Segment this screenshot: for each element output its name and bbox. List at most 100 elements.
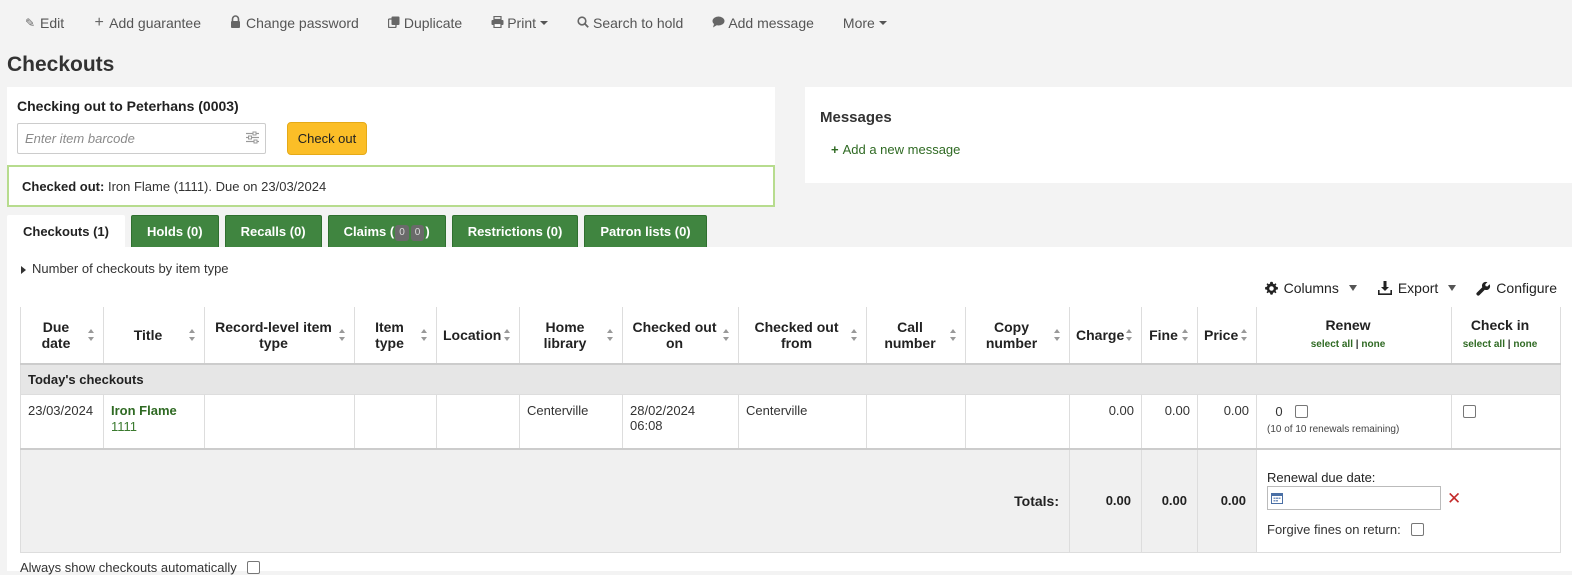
claims-count-badge: 0 [410,224,425,241]
check-out-button[interactable]: Check out [287,122,367,155]
sliders-icon[interactable] [246,131,259,144]
cell-charge: 0.00 [1069,393,1142,450]
cell-call-number [866,393,966,450]
column-header-fine[interactable]: Fine [1141,307,1198,365]
tab-recalls[interactable]: Recalls (0) [224,215,322,247]
renewal-due-date-label: Renewal due date: [1267,470,1376,485]
edit-button[interactable]: ✎ Edit [24,15,64,31]
tab-checkouts[interactable]: Checkouts (1) [7,215,125,247]
messages-panel: Messages + Add a new message [805,87,1572,183]
copy-icon [387,16,400,31]
sort-icon [1126,329,1133,341]
always-show-checkbox[interactable] [246,561,260,574]
renewal-due-date-input[interactable] [1267,486,1441,510]
search-icon [577,15,589,31]
caret-down-icon [540,21,549,25]
renew-checkbox[interactable] [1295,404,1308,418]
caret-down-icon [1348,285,1357,291]
messages-title: Messages [820,109,892,126]
sort-icon [1182,329,1189,341]
checkout-success-message: Checked out: Iron Flame (1111). Due on 2… [7,165,775,207]
forgive-fines-row: Forgive fines on return: [1267,522,1550,537]
caret-down-icon [878,21,887,25]
header-text: Call [897,319,923,335]
column-header-checked-out-on[interactable]: Checked out on [622,307,739,365]
forgive-fines-checkbox[interactable] [1410,523,1424,536]
cell-location [436,393,520,450]
gear-icon [1264,281,1278,295]
tab-claims[interactable]: Claims (0 0) [327,215,446,247]
sort-icon [1054,329,1061,341]
column-header-call-number[interactable]: Call number [866,307,966,365]
claims-label: Claims ( [343,224,395,239]
more-dropdown[interactable]: More [843,15,887,31]
header-text: type [375,335,404,351]
cell-home-library: Centerville [519,393,623,450]
cell-renew: 0 (10 of 10 renewals remaining) [1256,393,1452,450]
column-header-checked-out-from[interactable]: Checked out from [738,307,867,365]
column-header-charge[interactable]: Charge [1069,307,1142,365]
cell-fine: 0.00 [1141,393,1198,450]
add-message-button[interactable]: Add message [712,15,814,31]
checkin-select-links: select all | none [1458,337,1542,353]
separator: | [1355,339,1359,350]
always-show-label: Always show checkouts automatically [20,560,237,575]
tab-patron-lists[interactable]: Patron lists (0) [584,215,707,247]
renew-options: Renewal due date: ✕ Forgive fines on ret… [1256,448,1561,553]
add-new-message-label: Add a new message [842,142,961,157]
cell-due-date: 23/03/2024 [20,393,104,450]
duplicate-button[interactable]: Duplicate [387,15,462,31]
checkin-select-all-link[interactable]: select all [1463,339,1505,350]
renew-count: 0 [1275,403,1283,419]
tab-holds[interactable]: Holds (0) [130,215,219,247]
export-button[interactable]: Export [1377,280,1457,296]
checkin-select-none-link[interactable]: none [1513,339,1537,350]
search-to-hold-button[interactable]: Search to hold [577,15,683,31]
total-fine: 0.00 [1141,448,1198,553]
calendar-icon[interactable] [1271,492,1283,504]
column-header-copy-number[interactable]: Copy number [965,307,1070,365]
group-row-todays-checkouts: Today's checkouts [20,363,1561,395]
more-label: More [842,15,875,31]
cell-title: Iron Flame 1111 [103,393,205,450]
header-text: Due [42,319,70,335]
header-text: type [259,335,288,351]
search-to-hold-label: Search to hold [593,15,684,31]
renew-select-all-link[interactable]: select all [1311,339,1353,350]
item-title-link[interactable]: Iron Flame [111,403,197,418]
print-dropdown[interactable]: Print [491,15,549,31]
header-text: Check in [1470,317,1530,333]
column-header-home-library[interactable]: Home library [519,307,623,365]
change-password-button[interactable]: Change password [230,15,359,31]
add-new-message-link[interactable]: + Add a new message [831,142,960,157]
column-header-record-item-type[interactable]: Record-level item type [204,307,355,365]
check-in-checkbox[interactable] [1463,404,1476,418]
column-header-location[interactable]: Location [436,307,520,365]
column-header-price[interactable]: Price [1197,307,1257,365]
column-header-item-type[interactable]: Item type [354,307,437,365]
clear-date-icon[interactable]: ✕ [1447,490,1461,507]
header-text: Home [545,319,585,335]
columns-button[interactable]: Columns [1264,280,1357,296]
plus-icon: + [831,142,839,157]
plus-icon: + [94,14,104,31]
header-text: on [665,335,684,351]
item-barcode-link[interactable]: 1111 [111,419,197,434]
tab-restrictions[interactable]: Restrictions (0) [451,215,579,247]
configure-button[interactable]: Configure [1476,280,1557,296]
checkouts-table: Due date Title Record-level item type Item… [20,307,1561,553]
column-header-due-date[interactable]: Due date [20,307,104,365]
checkout-panel: Checking out to Peterhans (0003) Check o… [7,87,775,207]
export-label: Export [1397,280,1439,296]
sort-icon [504,329,511,341]
checkouts-tab-content: Number of checkouts by item type Columns… [7,247,1572,571]
cell-checked-out-from: Centerville [738,393,867,450]
add-guarantee-button[interactable]: + Add guarantee [93,14,201,32]
claims-suffix: ) [425,224,430,239]
column-header-title[interactable]: Title [103,307,205,365]
renew-select-none-link[interactable]: none [1361,339,1385,350]
total-charge: 0.00 [1069,448,1142,553]
checkouts-by-itemtype-toggle[interactable]: Number of checkouts by item type [21,261,229,276]
sort-icon [607,329,614,341]
barcode-input[interactable] [17,123,266,154]
